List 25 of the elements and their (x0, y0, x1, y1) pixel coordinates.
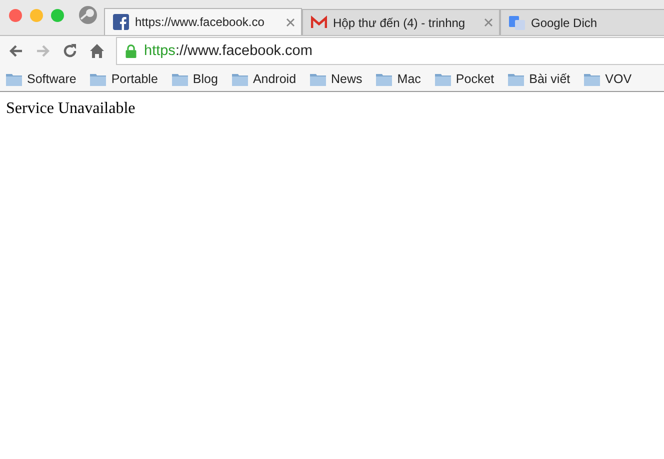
bookmark[interactable]: VOV (584, 70, 632, 86)
bookmark[interactable]: News (310, 70, 362, 86)
bookmark[interactable]: Mac (376, 70, 421, 86)
forward-icon[interactable] (35, 43, 51, 59)
browser-tab[interactable]: Google Dich (500, 9, 664, 35)
reload-icon[interactable] (62, 43, 78, 59)
bookmark[interactable]: Portable (90, 70, 158, 86)
address-bar[interactable]: https://www.facebook.com (116, 37, 664, 65)
bookmark[interactable]: Pocket (434, 70, 494, 86)
zoom-window-button[interactable] (51, 8, 64, 22)
bookmark[interactable]: Android (232, 70, 296, 86)
close-window-button[interactable] (9, 8, 22, 22)
browser-tab[interactable]: Hộp thư đến (4) - trinhng (302, 9, 500, 35)
back-icon[interactable] (8, 43, 24, 59)
bookmark[interactable]: Bài viết (508, 70, 570, 86)
translate-icon (509, 14, 525, 30)
envelope-m-icon (311, 14, 327, 30)
browser-tab[interactable]: https://www.facebook.co (104, 8, 302, 35)
close-icon[interactable] (484, 18, 493, 27)
page-text: Service Unavailable (5, 99, 136, 119)
close-icon[interactable] (286, 18, 295, 26)
bookmark[interactable]: Software (6, 70, 76, 86)
bookmark[interactable]: Blog (172, 70, 218, 86)
home-icon[interactable] (89, 43, 105, 59)
facebook-f-icon (113, 14, 129, 30)
